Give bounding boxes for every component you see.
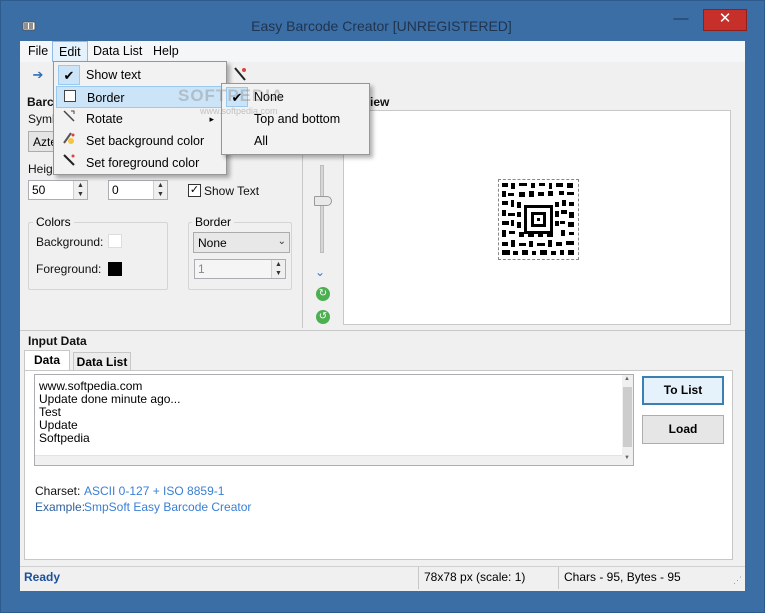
border-icon — [59, 88, 81, 108]
menu-bar: File Edit Data List Help — [20, 41, 745, 62]
aztec-barcode-image — [498, 179, 579, 260]
show-text-checkbox[interactable]: ✓ — [188, 184, 201, 197]
zoom-slider-thumb[interactable] — [314, 196, 332, 206]
to-list-button[interactable]: To List — [642, 376, 724, 405]
border-width-stepper[interactable]: 1 ▲ ▼ — [194, 259, 286, 279]
menu-item-label: Set foreground color — [86, 156, 200, 170]
data-line: Softpedia — [39, 431, 90, 445]
rotate-icon — [58, 109, 80, 129]
example-value: SmpSoft Easy Barcode Creator — [84, 500, 252, 514]
chevron-down-icon: ⌄ — [277, 236, 286, 247]
height-label: Heig — [28, 162, 53, 176]
aztec-code-graphic — [499, 180, 578, 259]
status-text: Ready — [24, 570, 61, 584]
edit-menu: ✔ Show text Border Rotate ▸ Set backgrou… — [53, 61, 227, 175]
show-text-label: Show Text — [204, 184, 260, 198]
stepper-arrows-icon[interactable]: ▲ ▼ — [271, 260, 285, 278]
menu-item-show-text[interactable]: ✔ Show text — [56, 64, 224, 86]
close-button[interactable]: ✕ — [703, 9, 747, 31]
background-color-swatch[interactable] — [108, 234, 122, 248]
scroll-thumb[interactable] — [623, 387, 632, 447]
menu-item-label: Border — [87, 91, 125, 105]
menu-item-label: Show text — [86, 68, 141, 82]
height-value: 50 — [32, 183, 46, 197]
menu-file[interactable]: File — [22, 41, 54, 62]
arrow-right-icon[interactable]: ➔ — [28, 66, 48, 84]
menu-data-list[interactable]: Data List — [87, 41, 148, 62]
stepper-arrows-icon[interactable]: ▲ ▼ — [73, 181, 87, 199]
menu-item-rotate[interactable]: Rotate ▸ — [56, 108, 224, 130]
menu-item-label: All — [254, 134, 268, 148]
example-label: Example: — [35, 500, 86, 514]
colors-group-title: Colors — [33, 215, 74, 229]
data-textarea[interactable]: www.softpedia.com Update done minute ago… — [34, 374, 634, 466]
section-divider — [20, 330, 745, 331]
chevron-down-icon[interactable]: ⌄ — [315, 265, 325, 279]
textarea-hscrollbar[interactable] — [35, 455, 622, 465]
watermark-url: www.softpedia.com — [200, 106, 278, 116]
border-group-title: Border — [192, 215, 235, 229]
border-value: None — [198, 236, 227, 250]
foreground-label: Foreground: — [36, 262, 102, 276]
colors-group — [28, 222, 168, 290]
paint-bucket-icon — [58, 131, 80, 151]
menu-item-label: Rotate — [86, 112, 123, 126]
data-line: www.softpedia.com — [39, 379, 143, 393]
menu-item-label: Set background color — [86, 134, 205, 148]
load-button[interactable]: Load — [642, 415, 724, 444]
menu-item-set-foreground-color[interactable]: Set foreground color — [56, 152, 224, 174]
data-line: Update — [39, 418, 78, 432]
preview-title: iew — [370, 95, 390, 109]
scroll-down-icon[interactable]: ▼ — [624, 455, 630, 461]
tab-data-list[interactable]: Data List — [73, 352, 131, 372]
status-bar: Ready 78x78 px (scale: 1) Chars - 95, By… — [20, 566, 745, 589]
barcode-section-title: Barc — [27, 95, 54, 109]
brush-icon — [58, 153, 80, 173]
foreground-color-swatch[interactable] — [108, 262, 122, 276]
menu-item-set-background-color[interactable]: Set background color — [56, 130, 224, 152]
resize-grip-icon[interactable]: ⋰ — [733, 575, 742, 586]
scroll-up-icon[interactable]: ▲ — [624, 376, 630, 382]
input-data-title: Input Data — [28, 334, 87, 348]
watermark: SOFTPEDIA — [178, 86, 285, 105]
window-title: Easy Barcode Creator [UNREGISTERED] — [251, 18, 512, 34]
minimize-button[interactable]: — — [668, 10, 694, 30]
rotate-right-icon[interactable]: ↻ — [316, 287, 330, 301]
title-bar[interactable]: Easy Barcode Creator [UNREGISTERED] — ✕ — [0, 0, 763, 40]
value-stepper[interactable]: 0 ▲ ▼ — [108, 180, 168, 200]
checkmark-icon: ✔ — [58, 65, 80, 85]
foreground-color-icon[interactable] — [230, 66, 250, 84]
zoom-slider-track[interactable] — [320, 165, 324, 253]
height-stepper[interactable]: 50 ▲ ▼ — [28, 180, 88, 200]
second-value: 0 — [112, 183, 119, 197]
rotate-left-icon[interactable]: ↺ — [316, 310, 330, 324]
border-combo[interactable]: None ⌄ — [193, 232, 290, 253]
border-width-value: 1 — [198, 262, 205, 276]
data-line: Test — [39, 405, 62, 419]
menu-edit[interactable]: Edit — [52, 41, 88, 62]
charset-label: Charset: — [35, 484, 81, 498]
tab-data[interactable]: Data — [24, 350, 70, 371]
data-line: Update done minute ago... — [39, 392, 181, 406]
menu-help[interactable]: Help — [147, 41, 185, 62]
background-label: Background: — [36, 235, 104, 249]
status-counts: Chars - 95, Bytes - 95 — [558, 567, 730, 589]
charset-value: ASCII 0-127 + ISO 8859-1 — [84, 484, 225, 498]
status-size: 78x78 px (scale: 1) — [418, 567, 558, 589]
submenu-item-all[interactable]: All — [224, 130, 367, 152]
textarea-scrollbar[interactable]: ▲ ▼ — [622, 375, 633, 465]
stepper-arrows-icon[interactable]: ▲ ▼ — [153, 181, 167, 199]
